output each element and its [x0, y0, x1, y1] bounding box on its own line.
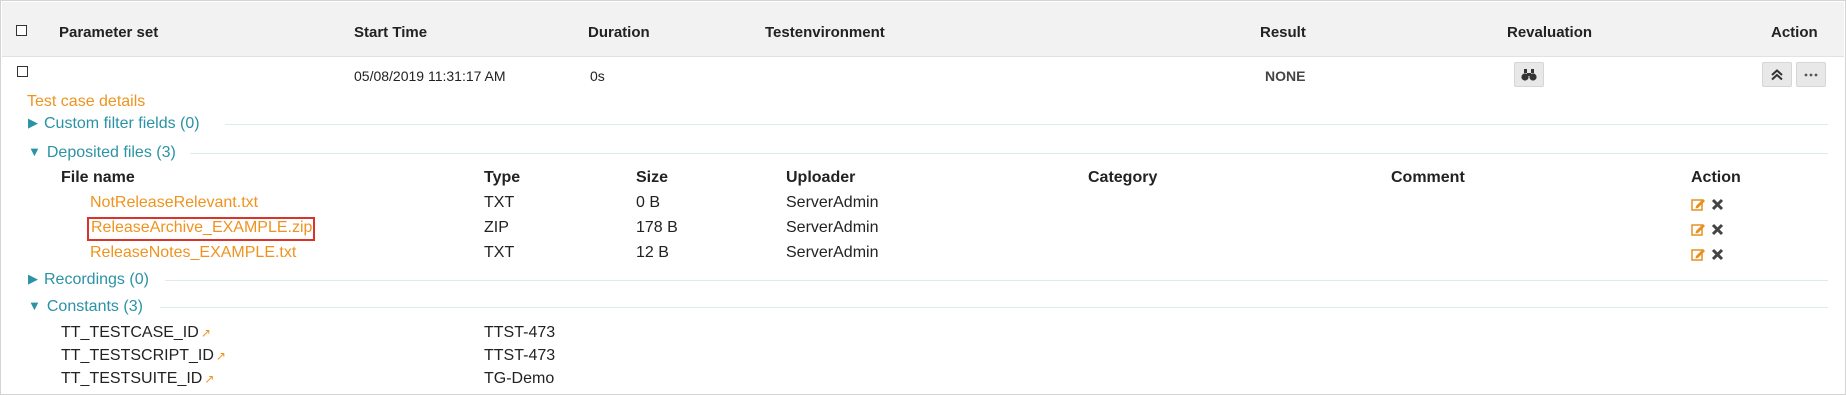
- files-col-category: Category: [1088, 169, 1158, 186]
- section-deposited-files[interactable]: ▼ Deposited files (3): [28, 144, 176, 162]
- external-link-icon[interactable]: ↗: [201, 326, 211, 340]
- constant-key[interactable]: TT_TESTSUITE_ID ↗: [61, 370, 214, 388]
- edit-icon[interactable]: [1691, 247, 1706, 262]
- triangle-right-icon: ▶: [28, 271, 38, 286]
- section-divider: [160, 307, 1828, 308]
- files-col-comment: Comment: [1391, 169, 1465, 186]
- edit-icon[interactable]: [1691, 197, 1706, 212]
- delete-icon[interactable]: [1711, 223, 1724, 236]
- file-size: 12 B: [636, 244, 669, 261]
- file-type: TXT: [484, 244, 515, 261]
- col-testenvironment[interactable]: Testenvironment: [765, 24, 885, 41]
- constant-value: TTST-473: [484, 347, 556, 364]
- section-constants[interactable]: ▼ Constants (3): [28, 298, 143, 316]
- row-result: NONE: [1265, 68, 1306, 84]
- file-size: 178 B: [636, 219, 678, 236]
- file-uploader: ServerAdmin: [786, 194, 879, 211]
- results-panel: [0, 0, 1846, 395]
- col-result[interactable]: Result: [1260, 24, 1306, 41]
- test-case-details-title: Test case details: [27, 93, 146, 110]
- files-col-uploader: Uploader: [786, 169, 856, 186]
- col-parameter-set[interactable]: Parameter set: [59, 24, 158, 41]
- files-col-name: File name: [61, 169, 135, 186]
- more-options-button[interactable]: [1796, 62, 1826, 87]
- col-action: Action: [1771, 24, 1818, 41]
- triangle-down-icon: ▼: [28, 298, 41, 313]
- file-size: 0 B: [636, 194, 661, 211]
- file-link[interactable]: NotReleaseRelevant.txt: [90, 194, 258, 212]
- file-uploader: ServerAdmin: [786, 219, 879, 236]
- section-custom-filter-label: Custom filter fields (0): [44, 115, 200, 132]
- select-all-checkbox[interactable]: [16, 25, 27, 36]
- table-header: Parameter set Start Time Duration Testen…: [2, 2, 1844, 57]
- row-checkbox[interactable]: [17, 66, 28, 77]
- revaluation-button[interactable]: [1514, 62, 1544, 87]
- collapse-button[interactable]: [1762, 62, 1792, 87]
- file-type: ZIP: [484, 219, 509, 236]
- section-divider: [190, 153, 1828, 154]
- col-duration[interactable]: Duration: [588, 24, 650, 41]
- section-deposited-files-label: Deposited files (3): [46, 144, 176, 161]
- external-link-icon[interactable]: ↗: [204, 372, 214, 386]
- files-col-type: Type: [484, 169, 521, 186]
- more-options-icon: [1804, 73, 1818, 76]
- file-link[interactable]: ReleaseArchive_EXAMPLE.zip: [91, 219, 312, 237]
- file-link[interactable]: ReleaseNotes_EXAMPLE.txt: [90, 244, 296, 262]
- row-start-time: 05/08/2019 11:31:17 AM: [354, 68, 506, 84]
- constant-key-label: TT_TESTSUITE_ID: [61, 370, 203, 387]
- constant-key-label: TT_TESTCASE_ID: [61, 324, 199, 341]
- constant-key[interactable]: TT_TESTSCRIPT_ID ↗: [61, 347, 226, 365]
- section-recordings-label: Recordings (0): [44, 271, 149, 288]
- collapse-up-icon: [1771, 68, 1783, 80]
- files-col-size: Size: [636, 169, 669, 186]
- binoculars-icon: [1521, 68, 1537, 81]
- delete-icon[interactable]: [1711, 248, 1724, 261]
- section-custom-filter[interactable]: ▶ Custom filter fields (0): [28, 115, 200, 133]
- section-divider: [165, 280, 1828, 281]
- constant-key[interactable]: TT_TESTCASE_ID ↗: [61, 324, 211, 342]
- section-divider: [225, 124, 1828, 125]
- col-start-time[interactable]: Start Time: [354, 24, 427, 41]
- external-link-icon[interactable]: ↗: [216, 349, 226, 363]
- section-recordings[interactable]: ▶ Recordings (0): [28, 271, 149, 289]
- constant-value: TG-Demo: [484, 370, 555, 387]
- section-constants-label: Constants (3): [46, 298, 143, 315]
- row-duration: 0s: [590, 68, 605, 84]
- edit-icon[interactable]: [1691, 222, 1706, 237]
- constant-value: TTST-473: [484, 324, 556, 341]
- delete-icon[interactable]: [1711, 198, 1724, 211]
- triangle-down-icon: ▼: [28, 144, 41, 159]
- file-type: TXT: [484, 194, 515, 211]
- col-revaluation[interactable]: Revaluation: [1507, 24, 1592, 41]
- constant-key-label: TT_TESTSCRIPT_ID: [61, 347, 214, 364]
- triangle-right-icon: ▶: [28, 115, 38, 130]
- file-uploader: ServerAdmin: [786, 244, 879, 261]
- files-col-action: Action: [1691, 169, 1741, 186]
